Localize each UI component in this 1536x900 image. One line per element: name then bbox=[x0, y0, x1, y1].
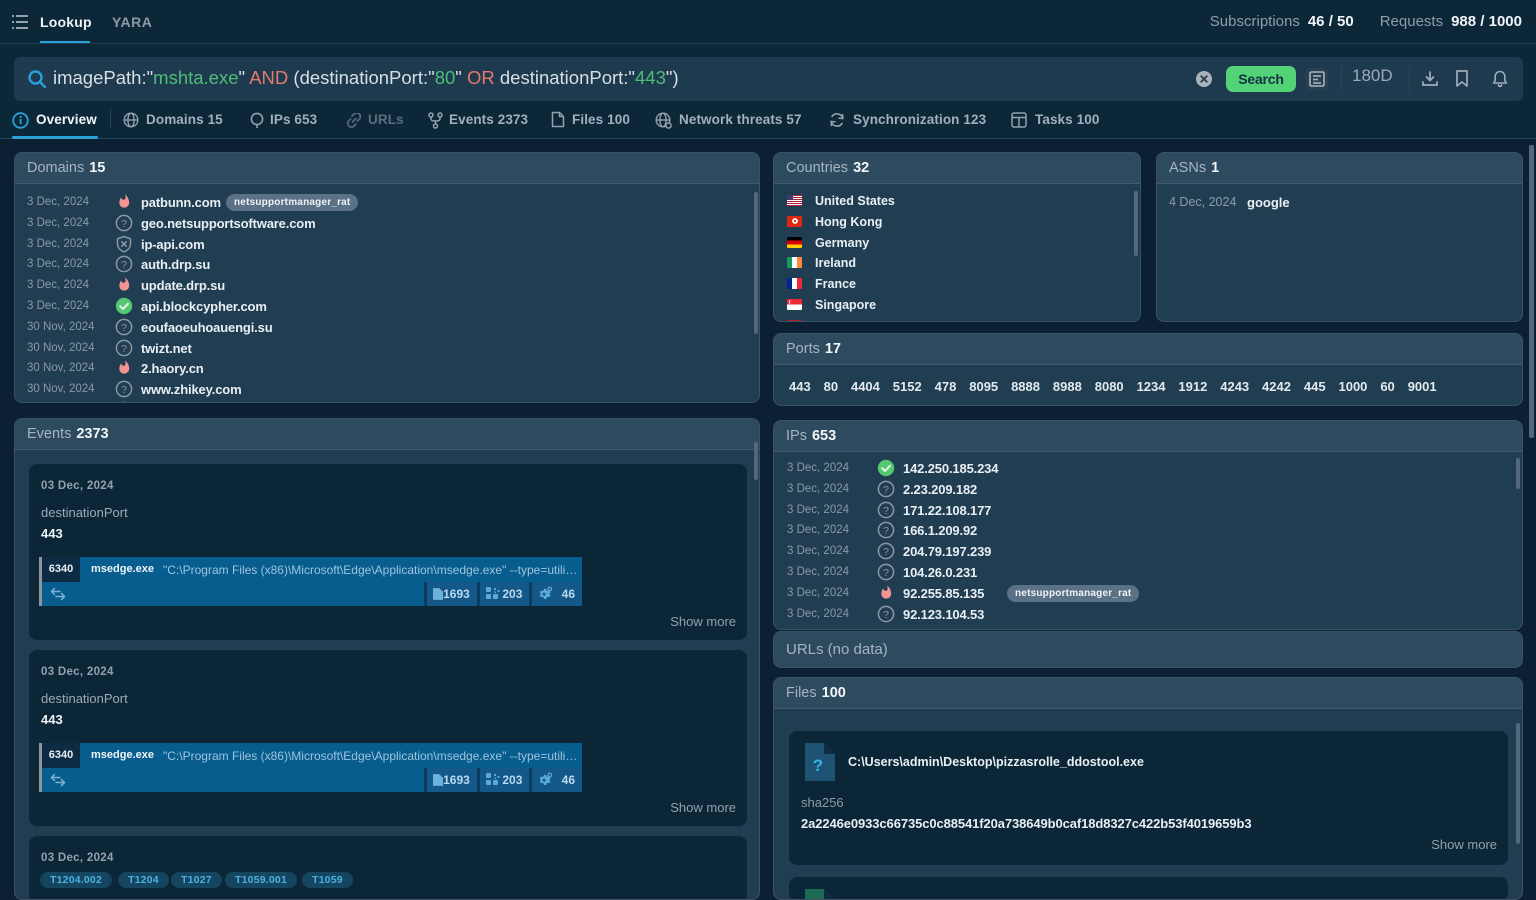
svg-text:?: ? bbox=[883, 484, 889, 496]
svg-text:?: ? bbox=[121, 259, 127, 271]
svg-text:?: ? bbox=[121, 384, 127, 396]
svg-text:?: ? bbox=[883, 567, 889, 579]
svg-text:?: ? bbox=[883, 608, 889, 620]
svg-text:?: ? bbox=[883, 504, 889, 516]
svg-text:?: ? bbox=[883, 525, 889, 537]
svg-text:?: ? bbox=[121, 218, 127, 230]
svg-text:?: ? bbox=[121, 342, 127, 354]
svg-text:?: ? bbox=[813, 756, 823, 775]
svg-text:?: ? bbox=[883, 546, 889, 558]
svg-text:?: ? bbox=[121, 322, 127, 334]
